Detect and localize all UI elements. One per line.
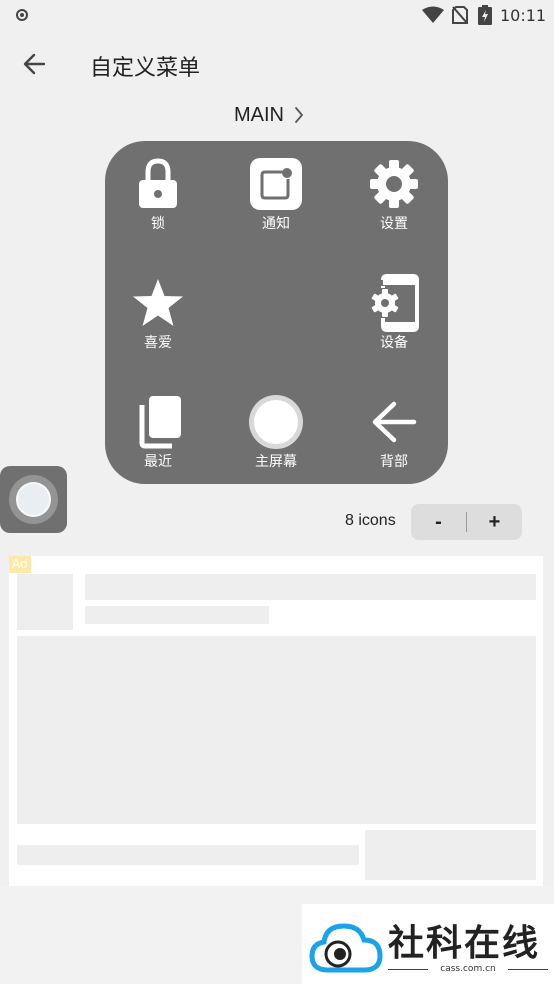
increase-button[interactable]: + [467,504,522,540]
no-sim-icon [452,6,468,24]
menu-item-label: 通知 [262,216,290,232]
menu-item-label: 喜爱 [144,335,172,351]
battery-charging-icon [478,5,492,25]
device-settings-icon [371,274,419,332]
menu-item-recent[interactable]: 最近 [108,384,208,484]
back-arrow-icon [372,401,417,443]
assistive-ring-icon [9,475,58,524]
menu-panel: 锁 通知 设置 喜爱 设备 最近 主屏幕 背部 [105,141,448,484]
home-circle-icon [249,395,303,449]
chevron-right-icon [295,107,304,123]
ad-banner[interactable]: Ad [9,556,543,886]
menu-item-label: 设备 [380,335,408,351]
menu-item-settings[interactable]: 设置 [344,146,444,246]
recent-apps-icon [139,396,181,449]
watermark-title: 社科在线 [388,922,541,964]
ad-title-placeholder [85,574,536,600]
menu-item-device[interactable]: 设备 [344,265,444,365]
menu-item-label: 最近 [144,454,172,470]
menu-item-back[interactable]: 背部 [344,384,444,484]
menu-item-label: 背部 [380,454,408,470]
ad-subtitle-placeholder [85,606,269,624]
wifi-icon [422,6,444,23]
ad-image-placeholder [17,636,536,824]
ad-cta-placeholder [365,830,536,880]
notification-icon [250,158,302,210]
back-arrow-icon[interactable] [16,48,52,80]
app-bar: 自定义菜单 [0,32,554,96]
star-icon [133,279,183,326]
lock-icon [139,158,177,208]
menu-item-label: 设置 [380,216,408,232]
menu-item-notification[interactable]: 通知 [226,146,326,246]
ad-thumbnail-placeholder [17,574,73,630]
menu-item-home[interactable]: 主屏幕 [226,384,326,484]
menu-item-label: 锁 [151,216,165,232]
ad-text-placeholder [17,845,359,865]
notification-dot-icon [16,9,28,21]
watermark-logo: 社科在线 cass.com.cn [302,904,554,984]
assistive-inner-circle [16,482,51,517]
menu-item-favorites[interactable]: 喜爱 [108,265,208,365]
menu-item-lock[interactable]: 锁 [108,146,208,246]
cloud-eye-logo-icon [309,923,383,973]
assistive-touch-button[interactable] [0,466,67,533]
menu-item-label: 主屏幕 [255,454,297,470]
status-time: 10:11 [500,6,547,25]
page-title: 自定义菜单 [90,56,201,81]
menu-selector[interactable]: MAIN [234,102,304,128]
decrease-button[interactable]: - [411,504,466,540]
icon-count-label: 8 icons [345,512,396,529]
menu-selector-label: MAIN [234,103,284,126]
status-bar: 10:11 [0,0,554,32]
icon-count-stepper: - + [411,504,522,540]
watermark-line-right [508,969,548,970]
ad-badge: Ad [9,556,31,573]
gear-icon [370,160,418,208]
